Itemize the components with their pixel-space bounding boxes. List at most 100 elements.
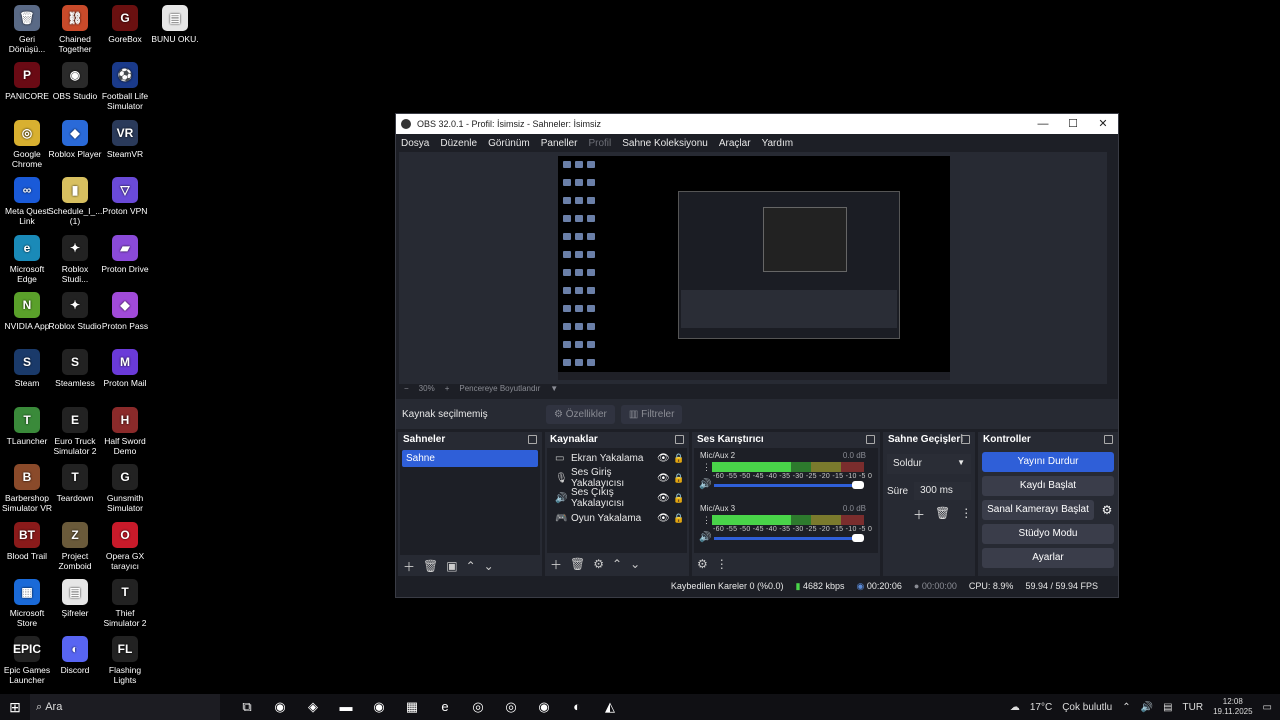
visibility-eye-icon[interactable]: 👁	[657, 493, 673, 504]
visibility-eye-icon[interactable]: 👁	[657, 513, 673, 524]
desktop-icon[interactable]: ▦ Microsoft Store	[0, 579, 54, 628]
menu-item[interactable]: Görünüm	[488, 138, 530, 149]
desktop-icon[interactable]: H Half Sword Demo	[98, 406, 152, 456]
visibility-eye-icon[interactable]: 👁	[657, 453, 673, 464]
undock-icon[interactable]	[961, 435, 970, 444]
visibility-eye-icon[interactable]: 👁	[657, 473, 673, 484]
zoom-out-button[interactable]: −	[404, 384, 409, 393]
source-settings-icon[interactable]: ⚙	[593, 557, 604, 571]
desktop-icon[interactable]: VR SteamVR	[98, 119, 152, 159]
stop-stream-button[interactable]: Yayını Durdur	[982, 452, 1114, 472]
lock-icon[interactable]: 🔒	[673, 493, 687, 504]
file-explorer-icon[interactable]: ▬	[335, 699, 357, 715]
channel-menu-icon[interactable]: ⋮	[702, 515, 711, 526]
copilot-icon[interactable]: ◈	[302, 699, 324, 715]
source-item[interactable]: 🎮 Oyun Yakalama 👁 🔒	[547, 508, 687, 528]
preview-canvas[interactable]	[558, 156, 950, 380]
move-up-icon[interactable]: ⌃	[466, 559, 476, 573]
desktop-icon[interactable]: ✦ Roblox Studi...	[48, 234, 102, 284]
chevron-up-icon[interactable]: ⌃	[1122, 702, 1130, 713]
desktop-icon[interactable]: ✦ Roblox Studio	[48, 292, 102, 331]
lock-icon[interactable]: 🔒	[673, 453, 687, 464]
mixer-menu-icon[interactable]: ⋮	[716, 557, 728, 571]
notification-icon[interactable]: ▭	[1263, 702, 1272, 713]
desktop-icon[interactable]: ⚽ Football Life Simulator	[98, 62, 152, 111]
menu-item[interactable]: Araçlar	[719, 138, 751, 149]
preview-area[interactable]	[399, 152, 1107, 384]
weather-text[interactable]: Çok bulutlu	[1062, 702, 1112, 713]
desktop-icon[interactable]: M Proton Mail	[98, 349, 152, 388]
advanced-audio-icon[interactable]: ⚙	[697, 557, 708, 571]
desktop-icon[interactable]: ◐ Discord	[48, 636, 102, 675]
lock-icon[interactable]: 🔒	[673, 513, 687, 524]
settings-button[interactable]: Ayarlar	[982, 548, 1114, 568]
desktop-icon[interactable]: FL Flashing Lights	[98, 636, 152, 685]
undock-icon[interactable]	[675, 435, 684, 444]
undock-icon[interactable]	[866, 435, 875, 444]
desktop-icon[interactable]: ▮ Schedule_I_... (1)	[48, 177, 102, 226]
desktop-icon[interactable]: ◉ OBS Studio	[48, 62, 102, 101]
maximize-button[interactable]: ☐	[1058, 114, 1088, 134]
properties-button[interactable]: ⚙ Özellikler	[546, 404, 615, 424]
source-item[interactable]: 🎙 Ses Giriş Yakalayıcısı 👁 🔒	[547, 467, 687, 489]
title-bar[interactable]: OBS 32.0.1 - Profil: İsimsiz - Sahneler:…	[396, 114, 1118, 134]
desktop-icon[interactable]: ▰ Proton Drive	[98, 234, 152, 274]
chrome-icon[interactable]: ◎	[467, 699, 489, 715]
transition-menu-icon[interactable]: ⋮	[960, 506, 972, 523]
desktop-icon[interactable]: ◆ Proton Pass	[98, 292, 152, 331]
desktop-icon[interactable]: T Thief Simulator 2	[98, 579, 152, 628]
clock[interactable]: 12:08 19.11.2025	[1213, 697, 1252, 717]
desktop-icon[interactable]: S Steamless	[48, 349, 102, 388]
desktop-icon[interactable]: G Gunsmith Simulator	[98, 464, 152, 513]
duration-input[interactable]: 300 ms	[914, 482, 971, 500]
scene-filters-icon[interactable]: ▣	[446, 559, 457, 573]
add-source-icon[interactable]: ＋	[550, 556, 562, 573]
edge-icon[interactable]: e	[434, 699, 456, 715]
weather-icon[interactable]: ☁	[1010, 702, 1020, 713]
desktop-icon[interactable]: E Euro Truck Simulator 2	[48, 406, 102, 456]
mute-speaker-icon[interactable]: 🔊	[699, 479, 711, 490]
menu-item[interactable]: Dosya	[401, 138, 429, 149]
undock-icon[interactable]	[528, 435, 537, 444]
desktop-icon[interactable]: T Teardown	[48, 464, 102, 503]
desktop-icon[interactable]: Z Project Zomboid	[48, 521, 102, 571]
filters-button[interactable]: ▥ Filtreler	[620, 404, 683, 424]
volume-slider-handle[interactable]	[852, 481, 864, 489]
move-down-icon[interactable]: ⌄	[630, 557, 640, 571]
desktop-icon[interactable]: ▤ Şifreler	[48, 579, 102, 618]
remove-transition-icon[interactable]: 🗑	[935, 506, 950, 523]
move-down-icon[interactable]: ⌄	[484, 559, 494, 573]
source-item[interactable]: ▭ Ekran Yakalama 👁 🔒	[547, 448, 687, 468]
desktop-icon[interactable]: e Microsoft Edge	[0, 234, 54, 284]
zoom-dropdown-icon[interactable]: ▼	[550, 384, 558, 393]
desktop-icon[interactable]: G GoreBox	[98, 5, 152, 44]
steam-taskbar-icon[interactable]: ◉	[368, 699, 390, 715]
fit-to-window-label[interactable]: Pencereye Boyutlandır	[459, 384, 540, 393]
menu-item[interactable]: Düzenle	[440, 138, 477, 149]
virtual-camera-button[interactable]: Sanal Kamerayı Başlat	[982, 500, 1094, 520]
steamvr-icon[interactable]: ◭	[599, 699, 621, 715]
language-indicator[interactable]: TUR	[1183, 702, 1204, 713]
desktop-icon[interactable]: 🗑 Geri Dönüşü...	[0, 5, 54, 54]
desktop-icon[interactable]: ∞ Meta Quest Link	[0, 177, 54, 226]
desktop-icon[interactable]: P PANICORE	[0, 62, 54, 101]
network-icon[interactable]: ▤	[1163, 702, 1172, 713]
desktop-icon[interactable]: ⛓ Chained Together	[48, 5, 102, 54]
obs-taskbar-icon[interactable]: ◉	[533, 699, 555, 715]
desktop-icon[interactable]: ◆ Roblox Player	[48, 119, 102, 159]
chrome-profile-icon[interactable]: ◎	[500, 699, 522, 715]
menu-item[interactable]: Yardım	[762, 138, 794, 149]
add-scene-icon[interactable]: ＋	[403, 558, 415, 575]
desktop-icon[interactable]: N NVIDIA App	[0, 292, 54, 331]
weather-temp[interactable]: 17°C	[1030, 702, 1052, 713]
remove-source-icon[interactable]: 🗑	[570, 557, 585, 571]
volume-slider[interactable]	[714, 534, 864, 542]
zoom-in-button[interactable]: +	[445, 384, 450, 393]
volume-slider-handle[interactable]	[852, 534, 864, 542]
windows-start-icon[interactable]: ⊞	[0, 699, 30, 716]
desktop-icon[interactable]: B Barbershop Simulator VR	[0, 464, 54, 513]
search-box[interactable]: ⌕ Ara	[30, 694, 220, 720]
move-up-icon[interactable]: ⌃	[612, 557, 622, 571]
lock-icon[interactable]: 🔒	[673, 473, 687, 484]
steam-icon[interactable]: ◉	[269, 699, 291, 715]
